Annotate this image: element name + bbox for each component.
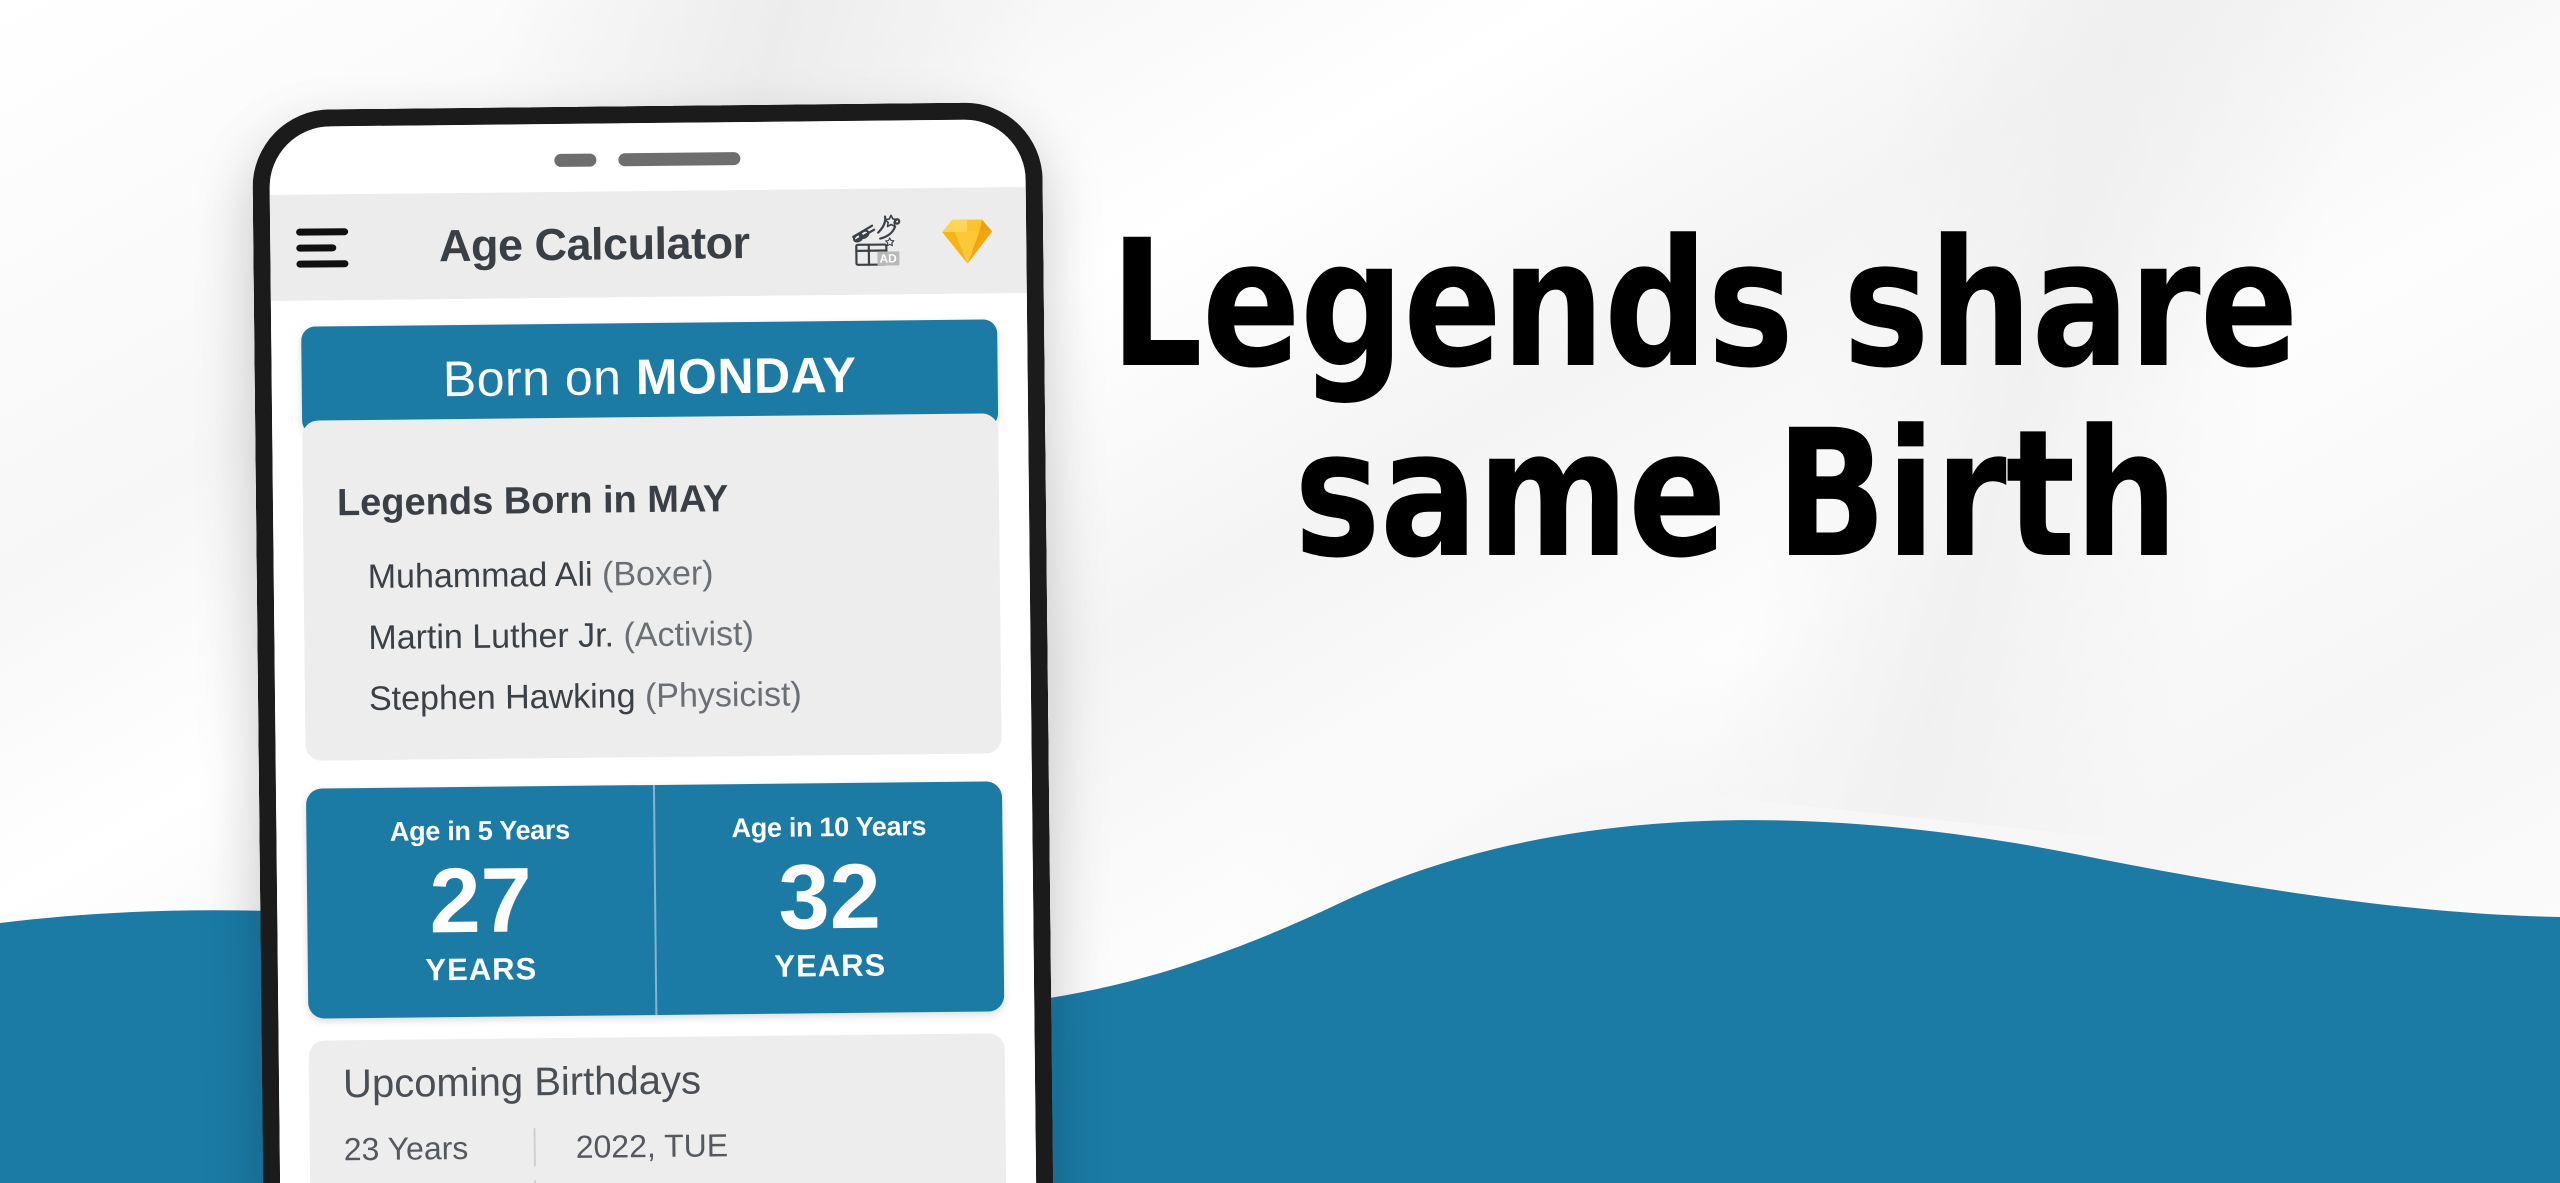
svg-text:AD: AD bbox=[879, 251, 897, 265]
promo-headline: Legends share same Birth bbox=[1110, 202, 2416, 598]
hamburger-bar-2 bbox=[296, 243, 337, 252]
headline-line-1: Legends share bbox=[1110, 202, 2299, 407]
hamburger-bar-3 bbox=[296, 259, 349, 268]
diamond-premium-icon[interactable] bbox=[938, 213, 997, 268]
birthday-years: 23 Years bbox=[343, 1129, 469, 1167]
legends-title: Legends Born in MAY bbox=[336, 478, 729, 525]
age-projection-card: Age in 5 Years 27 YEARS Age in 10 Years … bbox=[305, 781, 1005, 1019]
legends-body: Legends Born in MAY Muhammad Ali (Boxer)… bbox=[302, 453, 1002, 761]
list-item: Stephen Hawking (Physicist) bbox=[339, 663, 968, 731]
list-item: Martin Luther Jr. (Activist) bbox=[338, 602, 967, 670]
speaker-bar-icon bbox=[618, 151, 741, 166]
legend-role: (Physicist) bbox=[644, 675, 802, 716]
legend-name: Muhammad Ali bbox=[367, 555, 593, 596]
app-title: Age Calculator bbox=[438, 216, 750, 272]
birthday-date: 2023, MON bbox=[576, 1179, 740, 1183]
gift-ad-icon[interactable]: AD bbox=[850, 212, 913, 271]
age-in-5-years: Age in 5 Years 27 YEARS bbox=[306, 785, 655, 1019]
hamburger-bar-1 bbox=[296, 227, 349, 236]
upcoming-birthdays-title: Upcoming Birthdays bbox=[342, 1058, 702, 1107]
upcoming-birthdays-card: Upcoming Birthdays 23 Years 2022, TUE 24… bbox=[308, 1033, 1007, 1183]
birthday-date: 2022, TUE bbox=[575, 1126, 729, 1165]
born-on-prefix: Born on bbox=[442, 349, 622, 408]
phone-screen: Age Calculator AD Born on MONDAY Legends… bbox=[269, 119, 1038, 1183]
age-value: 32 bbox=[777, 845, 882, 949]
hamburger-menu-icon[interactable] bbox=[296, 227, 350, 268]
legend-role: (Boxer) bbox=[601, 554, 714, 594]
promo-banner-stage: Legends share same Birth Age Calculator bbox=[0, 0, 2560, 1183]
born-on-text: Born on MONDAY bbox=[443, 346, 857, 408]
legends-card: Legends Born in MAY Muhammad Ali (Boxer)… bbox=[302, 413, 1002, 761]
headline-line-2: same Birth bbox=[1293, 392, 2178, 598]
legend-name: Stephen Hawking bbox=[368, 677, 636, 718]
app-bar: Age Calculator AD bbox=[269, 187, 1027, 301]
age-unit: YEARS bbox=[425, 951, 538, 988]
row-divider bbox=[533, 1128, 536, 1167]
camera-dot-icon bbox=[554, 153, 597, 167]
legend-name: Martin Luther Jr. bbox=[368, 616, 615, 657]
age-unit: YEARS bbox=[774, 947, 887, 984]
list-item: Muhammad Ali (Boxer) bbox=[337, 541, 966, 609]
age-label: Age in 5 Years bbox=[389, 814, 571, 847]
table-row: 23 Years 2022, TUE bbox=[343, 1117, 972, 1176]
phone-mockup: Age Calculator AD Born on MONDAY Legends… bbox=[251, 101, 1055, 1183]
age-label: Age in 10 Years bbox=[731, 810, 927, 843]
phone-earpiece-grille bbox=[269, 145, 1025, 173]
legend-role: (Activist) bbox=[623, 614, 754, 655]
age-value: 27 bbox=[428, 849, 533, 953]
age-in-10-years: Age in 10 Years 32 YEARS bbox=[652, 781, 1005, 1015]
app-bar-actions: AD bbox=[850, 211, 1001, 271]
born-on-day: MONDAY bbox=[635, 346, 857, 406]
app-content: Born on MONDAY Legends Born in MAY Muham… bbox=[270, 293, 1038, 1183]
